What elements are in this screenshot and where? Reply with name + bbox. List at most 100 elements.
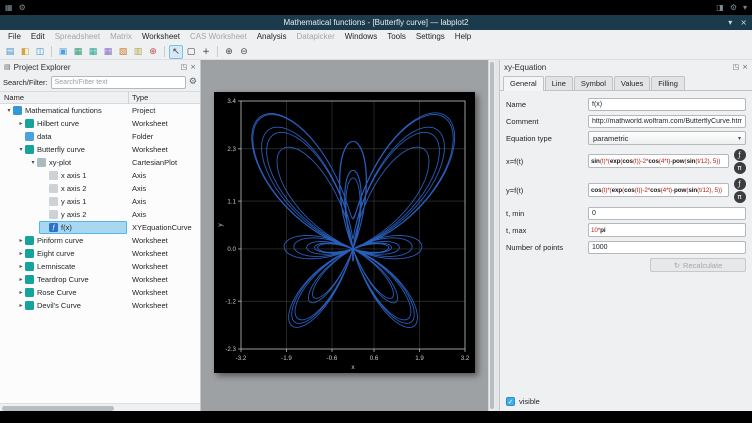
tree-row-y-axis-2[interactable]: y axis 2Axis bbox=[0, 208, 200, 221]
menu-analysis[interactable]: Analysis bbox=[252, 30, 292, 44]
menu-cas-worksheet[interactable]: CAS Worksheet bbox=[185, 30, 252, 44]
insert-constant-button[interactable]: π bbox=[734, 162, 746, 174]
expander-icon[interactable]: ▾ bbox=[17, 143, 25, 156]
new-project-button[interactable]: ▤ bbox=[3, 45, 17, 59]
close-dock-icon[interactable]: × bbox=[742, 63, 748, 71]
tab-general[interactable]: General bbox=[503, 76, 544, 91]
tree-row-devil-s-curve[interactable]: ▸Devil's CurveWorksheet bbox=[0, 299, 200, 312]
expander-icon[interactable]: ▸ bbox=[17, 117, 25, 130]
close-dock-icon[interactable]: × bbox=[190, 63, 196, 71]
tree-item-type: Worksheet bbox=[132, 234, 168, 247]
panel-app-icon[interactable]: ▦ bbox=[5, 0, 13, 15]
tree-row-eight-curve[interactable]: ▸Eight curveWorksheet bbox=[0, 247, 200, 260]
t-min-label: t, min bbox=[506, 209, 584, 218]
menu-datapicker[interactable]: Datapicker bbox=[292, 30, 340, 44]
open-project-button[interactable]: ◧ bbox=[18, 45, 32, 59]
menu-worksheet[interactable]: Worksheet bbox=[137, 30, 185, 44]
title-bar[interactable]: Mathematical functions - [Butterfly curv… bbox=[0, 15, 752, 30]
close-button[interactable]: × bbox=[740, 18, 747, 27]
tree-row-teardrop-curve[interactable]: ▸Teardrop CurveWorksheet bbox=[0, 273, 200, 286]
tray-settings-icon[interactable]: ⚙ bbox=[730, 0, 737, 15]
tab-symbol[interactable]: Symbol bbox=[574, 76, 613, 90]
new-spreadsheet-button[interactable]: ▦ bbox=[86, 45, 100, 59]
new-matrix-button[interactable]: ▦ bbox=[101, 45, 115, 59]
visible-checkbox[interactable]: ✓ bbox=[506, 397, 515, 406]
y-formula-field[interactable]: cos(t)*(exp(cos(t))-2*cos(4*t)-pow(sin(t… bbox=[588, 183, 729, 197]
new-workbook-button[interactable]: ▦ bbox=[71, 45, 85, 59]
menu-settings[interactable]: Settings bbox=[411, 30, 450, 44]
expander-icon[interactable]: ▸ bbox=[17, 286, 25, 299]
tab-values[interactable]: Values bbox=[614, 76, 650, 90]
tree-row-x-axis-1[interactable]: x axis 1Axis bbox=[0, 169, 200, 182]
column-header-name[interactable]: Name bbox=[0, 92, 129, 104]
expander-icon[interactable]: ▸ bbox=[17, 299, 25, 312]
refresh-icon: ↻ bbox=[674, 261, 680, 270]
tab-filling[interactable]: Filling bbox=[651, 76, 685, 90]
horizontal-scrollbar[interactable] bbox=[0, 403, 200, 411]
xy-equation-header[interactable]: xy-Equation ◳ × bbox=[500, 60, 752, 74]
tree-row-piriform-curve[interactable]: ▸Piriform curveWorksheet bbox=[0, 234, 200, 247]
project-explorer-header[interactable]: ▤ Project Explorer ◳ × bbox=[0, 60, 200, 74]
expander-icon[interactable]: ▾ bbox=[29, 156, 37, 169]
zoom-select-mode-button[interactable]: ▢ bbox=[184, 45, 198, 59]
menu-spreadsheet[interactable]: Spreadsheet bbox=[50, 30, 105, 44]
navigate-mode-button[interactable]: + bbox=[199, 45, 213, 59]
insert-constant-button[interactable]: π bbox=[734, 191, 746, 203]
tree-row-data[interactable]: dataFolder bbox=[0, 130, 200, 143]
t-min-input[interactable] bbox=[588, 207, 746, 220]
tree-row-x-axis-2[interactable]: x axis 2Axis bbox=[0, 182, 200, 195]
recalculate-button[interactable]: ↻ Recalculate bbox=[650, 258, 746, 272]
panel-tools-icon[interactable]: ⚙ bbox=[19, 0, 26, 15]
name-input[interactable] bbox=[588, 98, 746, 111]
save-project-button[interactable]: ◫ bbox=[33, 45, 47, 59]
worksheet-vertical-scrollbar[interactable] bbox=[488, 60, 495, 411]
menu-tools[interactable]: Tools bbox=[382, 30, 411, 44]
equation-type-dropdown[interactable]: parametric ▾ bbox=[588, 131, 746, 145]
tray-collapse-icon[interactable]: ▾ bbox=[743, 0, 747, 15]
tab-line[interactable]: Line bbox=[545, 76, 573, 90]
minimize-button[interactable]: ▾ bbox=[728, 18, 732, 27]
scrollbar-thumb[interactable] bbox=[490, 62, 494, 409]
import-data-button[interactable]: ⊕ bbox=[146, 45, 160, 59]
toolbar-separator bbox=[51, 46, 52, 57]
filter-options-icon[interactable]: ⚙ bbox=[189, 76, 197, 89]
expander-icon[interactable]: ▸ bbox=[17, 234, 25, 247]
column-header-type[interactable]: Type bbox=[129, 92, 200, 104]
expander-icon[interactable]: ▾ bbox=[5, 104, 13, 117]
tree-row-lemniscate[interactable]: ▸LemniscateWorksheet bbox=[0, 260, 200, 273]
tree-row-butterfly-curve[interactable]: ▾Butterfly curveWorksheet bbox=[0, 143, 200, 156]
number-of-points-input[interactable] bbox=[588, 241, 746, 254]
tree-row-y-axis-1[interactable]: y axis 1Axis bbox=[0, 195, 200, 208]
search-filter-input[interactable] bbox=[51, 76, 186, 89]
insert-function-button[interactable]: ƒ bbox=[734, 178, 746, 190]
tree-row-rose-curve[interactable]: ▸Rose CurveWorksheet bbox=[0, 286, 200, 299]
zoom-out-button[interactable]: ⊖ bbox=[237, 45, 251, 59]
butterfly-plot[interactable]: -3.2-1.9-0.60.61.93.23.42.31.10.0-1.2-2.… bbox=[214, 92, 475, 373]
menu-file[interactable]: File bbox=[3, 30, 26, 44]
new-note-button[interactable]: ▥ bbox=[131, 45, 145, 59]
menu-windows[interactable]: Windows bbox=[340, 30, 382, 44]
tree-row-hilbert-curve[interactable]: ▸Hilbert curveWorksheet bbox=[0, 117, 200, 130]
tree-row-mathematical-functions[interactable]: ▾Mathematical functionsProject bbox=[0, 104, 200, 117]
menu-matrix[interactable]: Matrix bbox=[105, 30, 137, 44]
float-dock-icon[interactable]: ◳ bbox=[181, 63, 188, 71]
expander-icon[interactable]: ▸ bbox=[17, 273, 25, 286]
tree-row-xy-plot[interactable]: ▾xy-plotCartesianPlot bbox=[0, 156, 200, 169]
scrollbar-thumb[interactable] bbox=[2, 406, 114, 411]
select-mode-button[interactable]: ↖ bbox=[169, 45, 183, 59]
new-folder-button[interactable]: ▣ bbox=[56, 45, 70, 59]
float-dock-icon[interactable]: ◳ bbox=[733, 63, 740, 71]
expander-icon[interactable]: ▸ bbox=[17, 260, 25, 273]
tree-row-f-x-[interactable]: ƒf(x)XYEquationCurve bbox=[0, 221, 200, 234]
worksheet-view[interactable]: -3.2-1.9-0.60.61.93.23.42.31.10.0-1.2-2.… bbox=[201, 60, 495, 411]
comment-input[interactable] bbox=[588, 115, 746, 128]
t-max-field[interactable]: 10*pi bbox=[588, 223, 746, 237]
menu-edit[interactable]: Edit bbox=[26, 30, 50, 44]
insert-function-button[interactable]: ƒ bbox=[734, 149, 746, 161]
new-worksheet-button[interactable]: ▧ bbox=[116, 45, 130, 59]
x-formula-field[interactable]: sin(t)*(exp(cos(t))-2*cos(4*t)-pow(sin(t… bbox=[588, 154, 729, 168]
zoom-in-button[interactable]: ⊕ bbox=[222, 45, 236, 59]
menu-help[interactable]: Help bbox=[450, 30, 476, 44]
expander-icon[interactable]: ▸ bbox=[17, 247, 25, 260]
tray-display-icon[interactable]: ◨ bbox=[716, 0, 724, 15]
